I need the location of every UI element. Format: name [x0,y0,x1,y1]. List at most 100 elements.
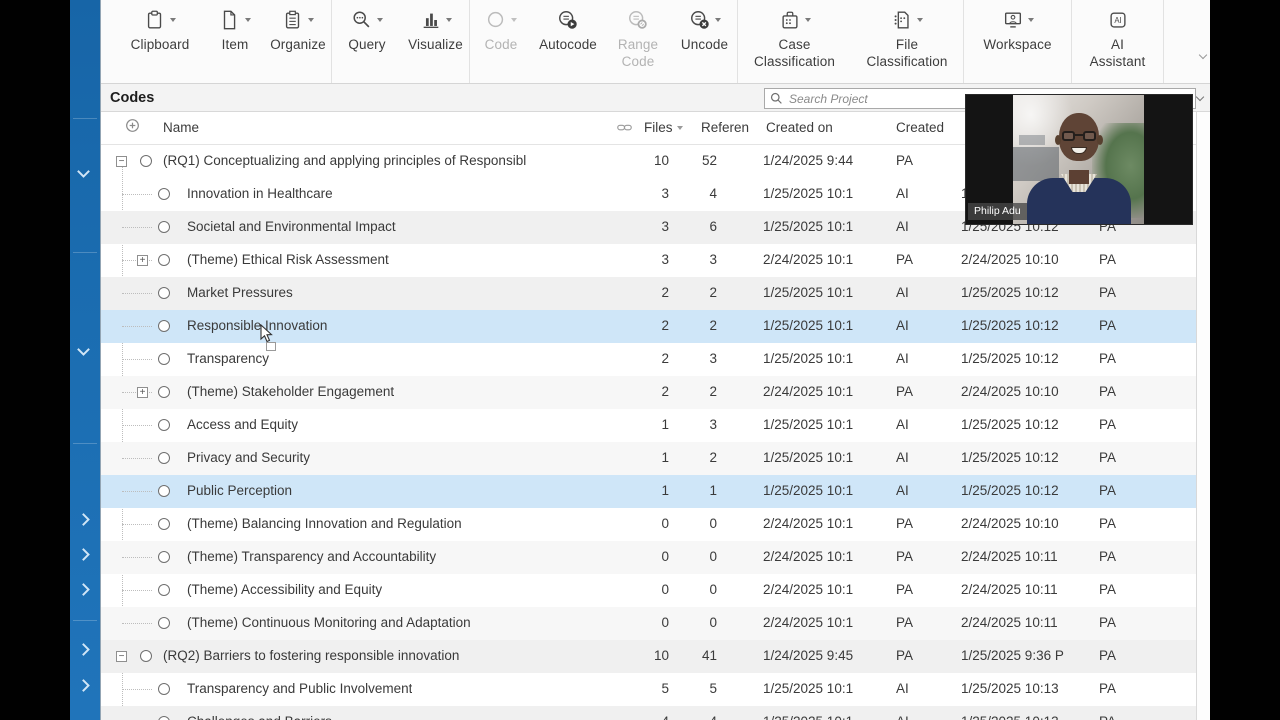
code-circle-icon [158,617,170,629]
code-name[interactable]: Privacy and Security [187,450,310,465]
table-row[interactable]: Access and Equity 1 3 1/25/2025 10:1 AI 1/25/… [101,409,1211,442]
collapse-toggle[interactable]: − [116,651,127,662]
references-count: 2 [709,384,717,399]
table-row[interactable]: Public Perception 1 1 1/25/2025 10:1 AI 1/25/… [101,475,1211,508]
code-name[interactable]: (Theme) Continuous Monitoring and Adapta… [187,615,471,630]
case-classification-icon [779,7,811,33]
code-circle-icon [158,584,170,596]
code-name[interactable]: Innovation in Healthcare [187,186,333,201]
expand-toggle[interactable]: + [137,387,148,398]
speaker-face [1055,113,1103,161]
chevron-down-icon[interactable] [1197,94,1205,102]
table-row[interactable]: (Theme) Accessibility and Equity 0 0 2/24/2… [101,574,1211,607]
created-by: AI [896,219,909,234]
chevron-right-icon[interactable] [79,550,89,560]
code-name[interactable]: (RQ1) Conceptualizing and applying princ… [163,153,526,168]
column-header-created-on[interactable]: Created on [766,120,833,135]
files-count: 1 [661,450,669,465]
item-button[interactable]: Item [205,0,265,83]
column-header-files[interactable]: Files [644,120,683,135]
code-name[interactable]: Societal and Environmental Impact [187,219,396,234]
expand-toggle[interactable]: + [137,255,148,266]
created-on: 2/24/2025 10:1 [763,549,854,564]
created-on: 1/25/2025 10:1 [763,318,854,333]
chevron-down-icon[interactable] [79,167,89,177]
webcam-overlay[interactable]: Philip Adu [966,95,1192,224]
code-circle-icon [140,650,152,662]
table-row[interactable]: Privacy and Security 1 2 1/25/2025 10:1 AI 1/… [101,442,1211,475]
chevron-right-icon[interactable] [79,681,89,691]
code-name[interactable]: Access and Equity [187,417,298,432]
ai-assistant-button[interactable]: AI AI Assistant [1072,0,1164,83]
created-by: AI [896,483,909,498]
workspace-button[interactable]: Workspace [964,0,1072,83]
visualize-button[interactable]: Visualize [402,0,470,83]
table-row[interactable]: (Theme) Continuous Monitoring and Adapta… [101,607,1211,640]
code-name[interactable]: (Theme) Balancing Innovation and Regulat… [187,516,462,531]
toolbar-group-label: Code [484,37,518,52]
table-row[interactable]: Transparency and Public Involvement 5 5 1/2… [101,673,1211,706]
created-by: AI [896,318,909,333]
modified-by: PA [1099,285,1117,300]
webcam-video [1013,95,1144,224]
chevron-right-icon[interactable] [79,585,89,595]
table-row[interactable]: (Theme) Balancing Innovation and Regulat… [101,508,1211,541]
ribbon-collapse-chevron-icon[interactable] [1200,52,1208,60]
table-row[interactable]: − (RQ2) Barriers to fostering responsible… [101,640,1211,673]
column-header-created-by[interactable]: Created [896,120,944,135]
modified-by: PA [1099,450,1117,465]
case-classification-button[interactable]: Case Classification [738,0,851,83]
query-button[interactable]: Query [332,0,402,83]
target-icon [125,118,140,136]
code-name[interactable]: Transparency and Public Involvement [187,681,412,696]
code-circle-icon [158,683,170,695]
autocode-button[interactable]: Autocode [532,0,604,83]
chevron-right-icon[interactable] [79,515,89,525]
document-icon [219,7,251,33]
files-sort-icon [676,126,683,131]
modified-on: 1/25/2025 10:12 [961,417,1059,432]
code-name[interactable]: Responsible Innovation [187,318,327,333]
references-count: 5 [709,681,717,696]
table-row[interactable]: Market Pressures 2 2 1/25/2025 10:1 AI 1/25/2… [101,277,1211,310]
clipboard-button[interactable]: Clipboard [115,0,205,83]
code-name[interactable]: Public Perception [187,483,292,498]
drag-indicator [266,342,276,351]
uncode-button[interactable]: Uncode [672,0,738,83]
table-row[interactable]: + (Theme) Ethical Risk Assessment 3 3 2/24/2… [101,244,1211,277]
vertical-scrollbar[interactable] [1196,112,1211,720]
modified-by: PA [1099,351,1117,366]
code-name[interactable]: (Theme) Stakeholder Engagement [187,384,394,399]
references-count: 3 [709,351,717,366]
organize-icon [282,7,314,33]
column-header-name[interactable]: Name [163,120,199,135]
code-name[interactable]: Transparency [187,351,269,366]
organize-button[interactable]: Organize [265,0,332,83]
table-row[interactable]: Challenges and Barriers 4 4 1/25/2025 10:1A… [101,706,1211,720]
range-code-icon [627,7,649,33]
chevron-right-icon[interactable] [79,645,89,655]
code-name[interactable]: Market Pressures [187,285,293,300]
files-count: 4 [631,714,669,720]
chevron-down-icon[interactable] [79,345,89,355]
table-row[interactable]: (Theme) Transparency and Accountability 0… [101,541,1211,574]
code-name[interactable]: (Theme) Transparency and Accountability [187,549,436,564]
references-count: 0 [709,516,717,531]
code-name[interactable]: Challenges and Barriers [187,714,332,720]
code-name[interactable]: (RQ2) Barriers to fostering responsible … [163,648,459,663]
files-count: 3 [661,219,669,234]
code-name[interactable]: (Theme) Accessibility and Equity [187,582,382,597]
created-on: 1/25/2025 10:1 [763,186,854,201]
references-count: 0 [709,582,717,597]
table-row[interactable]: + (Theme) Stakeholder Engagement 2 2 2/24/20… [101,376,1211,409]
file-classification-button[interactable]: File Classification [851,0,964,83]
collapse-toggle[interactable]: − [116,156,127,167]
references-count: 4 [679,714,717,720]
column-header-references[interactable]: Referen [701,120,749,135]
created-on: 2/24/2025 10:1 [763,384,854,399]
modified-by: PA [1099,516,1117,531]
created-by: AI [896,417,909,432]
created-on: 2/24/2025 10:1 [763,582,854,597]
modified-on: 1/25/2025 10:12 [961,483,1059,498]
code-name[interactable]: (Theme) Ethical Risk Assessment [187,252,389,267]
